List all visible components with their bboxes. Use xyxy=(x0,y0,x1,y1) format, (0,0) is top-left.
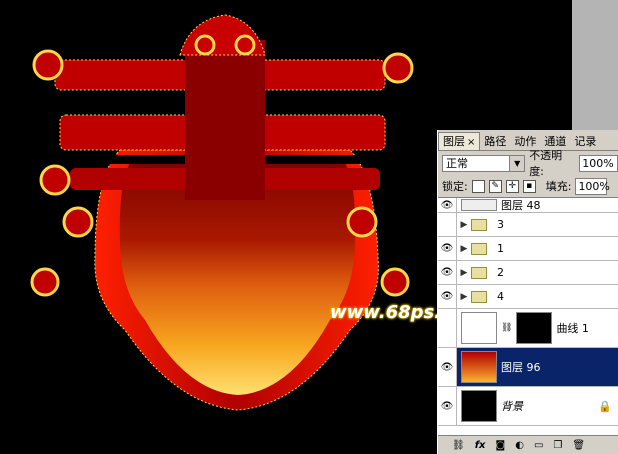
layer-row[interactable]: 👁 图层 48 xyxy=(438,198,618,213)
visibility-eye-icon[interactable]: 👁 xyxy=(438,237,457,260)
visibility-eye-icon[interactable]: 👁 xyxy=(438,348,457,386)
layer-thumbnail xyxy=(461,199,497,211)
swirl-left-low xyxy=(62,206,94,238)
layer-thumbnail xyxy=(461,351,497,383)
opacity-input[interactable]: 100% xyxy=(579,154,618,172)
panel-tabs: 图层 × 路径 动作 通道 记录 xyxy=(438,130,618,151)
adjustment-icon[interactable]: ◐ xyxy=(515,440,524,451)
mask-icon[interactable]: ◙ xyxy=(496,440,506,451)
layer-name: 图层 48 xyxy=(501,199,541,212)
lock-all-icon[interactable]: ▪ xyxy=(522,179,536,193)
tab-paths[interactable]: 路径 xyxy=(480,133,510,150)
curves-thumbnail xyxy=(461,312,497,344)
chain-link-icon[interactable]: ⛓ xyxy=(501,323,512,333)
character-stem xyxy=(185,40,265,200)
visibility-toggle[interactable] xyxy=(438,213,457,236)
folder-icon xyxy=(471,290,487,303)
fill-input[interactable]: 100% xyxy=(575,177,610,195)
lock-position-icon[interactable]: ✛ xyxy=(505,179,519,193)
expand-triangle-icon[interactable]: ▶ xyxy=(457,244,471,254)
layer-thumbnail xyxy=(461,390,497,422)
link-icon[interactable]: ⛓ xyxy=(452,440,465,451)
group-name: 4 xyxy=(497,290,504,303)
swirl-left-mid xyxy=(39,164,71,196)
visibility-eye-icon[interactable]: 👁 xyxy=(438,285,457,308)
background-layer-row[interactable]: 👁 背景 🔒 xyxy=(438,387,618,426)
folder-icon xyxy=(471,266,487,279)
adjustment-layer-row[interactable]: ⛓ 曲线 1 xyxy=(438,309,618,348)
visibility-eye-icon[interactable]: 👁 xyxy=(438,261,457,284)
lock-pixels-icon[interactable]: ✎ xyxy=(488,179,502,193)
workspace-background xyxy=(572,0,618,130)
blend-row: 正常 ▼ 不透明度: 100% xyxy=(438,149,618,178)
lock-row: 锁定: ✎ ✛ ▪ 填充: 100% xyxy=(438,175,618,198)
expand-triangle-icon[interactable]: ▶ xyxy=(457,268,471,278)
trash-icon[interactable]: 🗑 xyxy=(572,440,585,451)
group-row[interactable]: ▶ 3 xyxy=(438,213,618,237)
expand-triangle-icon[interactable]: ▶ xyxy=(457,292,471,302)
layer-name: 背景 xyxy=(501,400,523,413)
layers-panel: 图层 × 路径 动作 通道 记录 正常 ▼ 不透明度: 100% 锁定: ✎ ✛ … xyxy=(437,130,618,454)
mask-thumbnail xyxy=(516,312,553,344)
group-name: 2 xyxy=(497,266,504,279)
group-row[interactable]: 👁 ▶ 2 xyxy=(438,261,618,285)
swirl-left-bottom xyxy=(30,267,60,297)
group-name: 3 xyxy=(497,218,504,231)
opacity-label: 不透明度: xyxy=(529,149,563,178)
lock-transparency-icon[interactable] xyxy=(471,179,485,193)
blend-mode-select[interactable]: 正常 ▼ xyxy=(442,154,526,172)
visibility-eye-icon[interactable]: 👁 xyxy=(438,387,457,425)
blend-mode-value: 正常 xyxy=(446,157,468,170)
expand-triangle-icon[interactable]: ▶ xyxy=(457,220,471,230)
lock-icon: 🔒 xyxy=(598,399,612,413)
tab-layers[interactable]: 图层 × xyxy=(438,132,481,150)
visibility-eye-icon[interactable]: 👁 xyxy=(438,198,457,212)
folder-icon[interactable]: ▭ xyxy=(534,440,543,451)
layers-list: 👁 图层 48 ▶ 3 👁 ▶ 1 👁 ▶ 2 👁 ▶ 4 ⛓ 曲线 1 👁 图… xyxy=(438,198,618,436)
folder-icon xyxy=(471,218,487,231)
layers-toolbar: ⛓ fx ◙ ◐ ▭ ❐ 🗑 xyxy=(438,435,618,454)
visibility-toggle[interactable] xyxy=(438,309,457,347)
fx-icon[interactable]: fx xyxy=(475,440,486,451)
new-layer-icon[interactable]: ❐ xyxy=(553,440,562,451)
swirl-right-bottom xyxy=(380,267,410,297)
group-row[interactable]: 👁 ▶ 1 xyxy=(438,237,618,261)
lock-label: 锁定: xyxy=(442,180,468,193)
chevron-down-icon[interactable]: ▼ xyxy=(509,155,525,171)
swirl-right-low xyxy=(346,206,378,238)
fill-label: 填充: xyxy=(545,180,572,193)
layer-name: 曲线 1 xyxy=(556,322,589,335)
group-row[interactable]: 👁 ▶ 4 xyxy=(438,285,618,309)
group-name: 1 xyxy=(497,242,504,255)
layer-name: 图层 96 xyxy=(501,361,541,374)
tab-layers-label: 图层 xyxy=(443,135,465,148)
folder-icon xyxy=(471,242,487,255)
layer-row-selected[interactable]: 👁 图层 96 xyxy=(438,348,618,387)
swirl-right-top xyxy=(382,52,414,84)
close-icon[interactable]: × xyxy=(467,137,475,148)
swirl-left-top xyxy=(32,49,64,81)
